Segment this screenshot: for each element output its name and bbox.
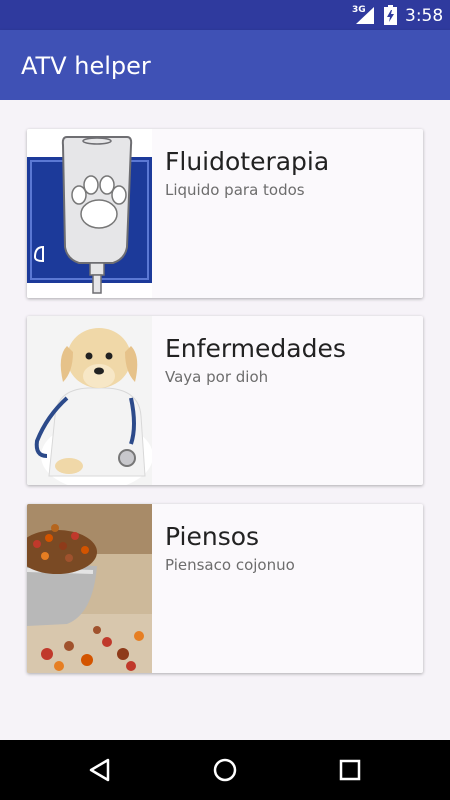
app-bar: ATV helper: [0, 30, 450, 100]
puppy-stethoscope-image: [27, 316, 152, 485]
card-title: Piensos: [165, 522, 260, 551]
card-subtitle: Liquido para todos: [165, 181, 305, 199]
card-enfermedades[interactable]: Enfermedades Vaya por dioh: [27, 316, 423, 485]
card-subtitle: Vaya por dioh: [165, 368, 269, 386]
card-title: Fluidoterapia: [165, 147, 330, 176]
battery-icon: [384, 5, 397, 25]
card-title: Enfermedades: [165, 334, 346, 363]
status-bar: 3G 3:58: [0, 0, 450, 30]
card-fluidoterapia[interactable]: Fluidoterapia Liquido para todos: [27, 129, 423, 298]
back-icon[interactable]: [86, 755, 116, 785]
recents-icon[interactable]: [335, 755, 365, 785]
clock: 3:58: [405, 6, 444, 26]
navigation-bar: [0, 740, 450, 800]
iv-bag-paw-image: [27, 129, 152, 298]
card-list: Fluidoterapia Liquido para todos Enferme…: [0, 100, 450, 740]
card-subtitle: Piensaco cojonuo: [165, 556, 295, 574]
card-piensos[interactable]: Piensos Piensaco cojonuo: [27, 504, 423, 673]
pet-food-bowl-image: [27, 504, 152, 673]
app-title: ATV helper: [21, 52, 151, 80]
signal-icon: [356, 7, 374, 24]
home-icon[interactable]: [210, 755, 240, 785]
